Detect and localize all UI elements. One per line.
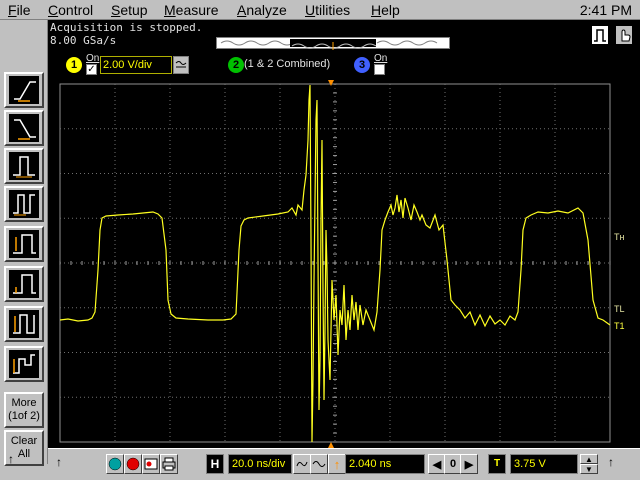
menu-analyze[interactable]: Analyze	[237, 2, 287, 18]
channel-1-on-label: On	[86, 53, 100, 64]
channel-1-checkbox[interactable]: ✓	[86, 64, 97, 75]
menu-control[interactable]: Control	[48, 2, 93, 18]
single-button[interactable]	[142, 454, 160, 474]
ac-coupling-icon	[175, 61, 187, 68]
wave-icon	[312, 461, 326, 467]
trigger-down-button[interactable]: ▼	[580, 464, 598, 474]
trigger-up-button[interactable]: ▲	[580, 454, 598, 464]
more-page-label: (1of 2)	[8, 410, 40, 422]
printer-icon	[162, 457, 176, 471]
threshold-high-marker: Tн	[614, 232, 624, 242]
up-arrow-icon: ▲	[585, 454, 593, 464]
delay-reference-icon: ↑	[333, 456, 341, 472]
delay-zero-label: 0	[449, 458, 457, 470]
falling-edge-trigger-button[interactable]	[4, 110, 44, 146]
clock: 2:41 PM	[579, 2, 632, 18]
run-button[interactable]	[106, 454, 124, 474]
channel-3-badge[interactable]: 3	[354, 57, 370, 73]
pulse-count-icon	[9, 190, 39, 218]
frequency-measure-button[interactable]	[4, 346, 44, 382]
delay-right-button[interactable]: ▶	[460, 454, 478, 474]
right-arrow-icon: ▶	[464, 458, 474, 471]
rising-edge-icon	[9, 76, 39, 104]
left-arrow-icon: ◀	[432, 458, 442, 471]
run-circle-icon	[108, 457, 122, 471]
period-measure-button[interactable]	[4, 306, 44, 342]
trigger-level-marker: T1	[614, 321, 625, 331]
wave-zoom-icon	[296, 461, 308, 467]
rising-edge-trigger-button[interactable]	[4, 72, 44, 108]
waveform-overview[interactable]	[216, 37, 450, 50]
overview-viewport[interactable]	[290, 39, 377, 50]
print-button[interactable]	[160, 454, 178, 474]
sample-rate: 8.00 GSa/s	[50, 34, 117, 47]
channel-1-coupling-button[interactable]	[173, 56, 189, 74]
clear-label: Clear	[10, 435, 38, 447]
channel-3-checkbox[interactable]	[374, 64, 385, 75]
acquisition-status: Acquisition is stopped.	[50, 21, 203, 34]
single-pulse-icon	[594, 29, 606, 42]
graticule: Tн TL T1	[59, 80, 625, 448]
menu-utilities[interactable]: Utilities	[305, 2, 350, 18]
pulse-width-button[interactable]	[4, 148, 44, 184]
toolbar-scroll-up-arrow[interactable]: ↑	[4, 452, 18, 470]
channel-bar: 1 On ✓ 2.00 V/div 2 (1 & 2 Combined) 3 O…	[48, 50, 640, 80]
rise-time-icon	[9, 230, 39, 258]
bottom-right-scroll-arrow[interactable]: ↑	[608, 455, 614, 469]
channel-2-label: (1 & 2 Combined)	[244, 58, 331, 70]
trigger-label: T	[488, 454, 506, 474]
status-area: Acquisition is stopped. 8.00 GSa/s	[48, 20, 640, 50]
delay-reference-button[interactable]: ↑	[328, 454, 346, 474]
delay-field[interactable]: 2.040 ns	[345, 454, 425, 474]
trigger-label-text: T	[493, 458, 501, 469]
trigger-level-field[interactable]: 3.75 V	[510, 454, 578, 474]
menu-measure[interactable]: Measure	[164, 2, 218, 18]
channel-3-on-label: On	[374, 53, 388, 64]
period-icon	[9, 310, 39, 338]
bottom-bar: ↑ H 20.0 ns/div ↑ 2.040 ns ◀ 0 ▶ T 3.75 …	[48, 448, 640, 480]
channel-1-scale-field[interactable]: 2.00 V/div	[100, 56, 172, 74]
pulse-width-icon	[9, 152, 39, 180]
horizontal-zoom-button[interactable]	[293, 454, 311, 474]
horizontal-label: H	[206, 454, 224, 474]
threshold-low-marker: TL	[614, 304, 625, 314]
menu-help[interactable]: Help	[371, 2, 400, 18]
menu-bar: File Control Setup Measure Analyze Utili…	[0, 0, 640, 20]
falling-edge-icon	[9, 114, 39, 142]
frequency-icon	[9, 350, 39, 378]
pulse-count-button[interactable]	[4, 186, 44, 222]
hand-pointer-icon	[621, 29, 631, 42]
bottom-scroll-up-arrow[interactable]: ↑	[56, 455, 62, 469]
down-arrow-icon: ▼	[585, 464, 593, 474]
clear-all-label: All	[17, 448, 31, 460]
amplitude-measure-button[interactable]	[4, 266, 44, 302]
menu-file[interactable]: File	[8, 2, 31, 18]
amplitude-icon	[9, 270, 39, 298]
timebase-field[interactable]: 20.0 ns/div	[228, 454, 292, 474]
rise-time-measure-button[interactable]	[4, 226, 44, 262]
stop-button[interactable]	[124, 454, 142, 474]
more-button[interactable]: More (1of 2)	[4, 392, 44, 428]
left-toolbar: More (1of 2) Clear All	[0, 20, 48, 466]
touch-mode-button[interactable]	[614, 24, 634, 46]
stop-circle-icon	[126, 457, 140, 471]
channel-1-badge[interactable]: 1	[66, 57, 82, 73]
single-trigger-button[interactable]	[590, 24, 610, 46]
horizontal-wave-button[interactable]	[310, 454, 328, 474]
waveform-display[interactable]: Tн TL T1	[48, 80, 640, 448]
menu-setup[interactable]: Setup	[111, 2, 148, 18]
channel-2-badge[interactable]: 2	[228, 57, 244, 73]
more-label: More	[11, 397, 37, 409]
single-shot-icon	[144, 458, 158, 470]
